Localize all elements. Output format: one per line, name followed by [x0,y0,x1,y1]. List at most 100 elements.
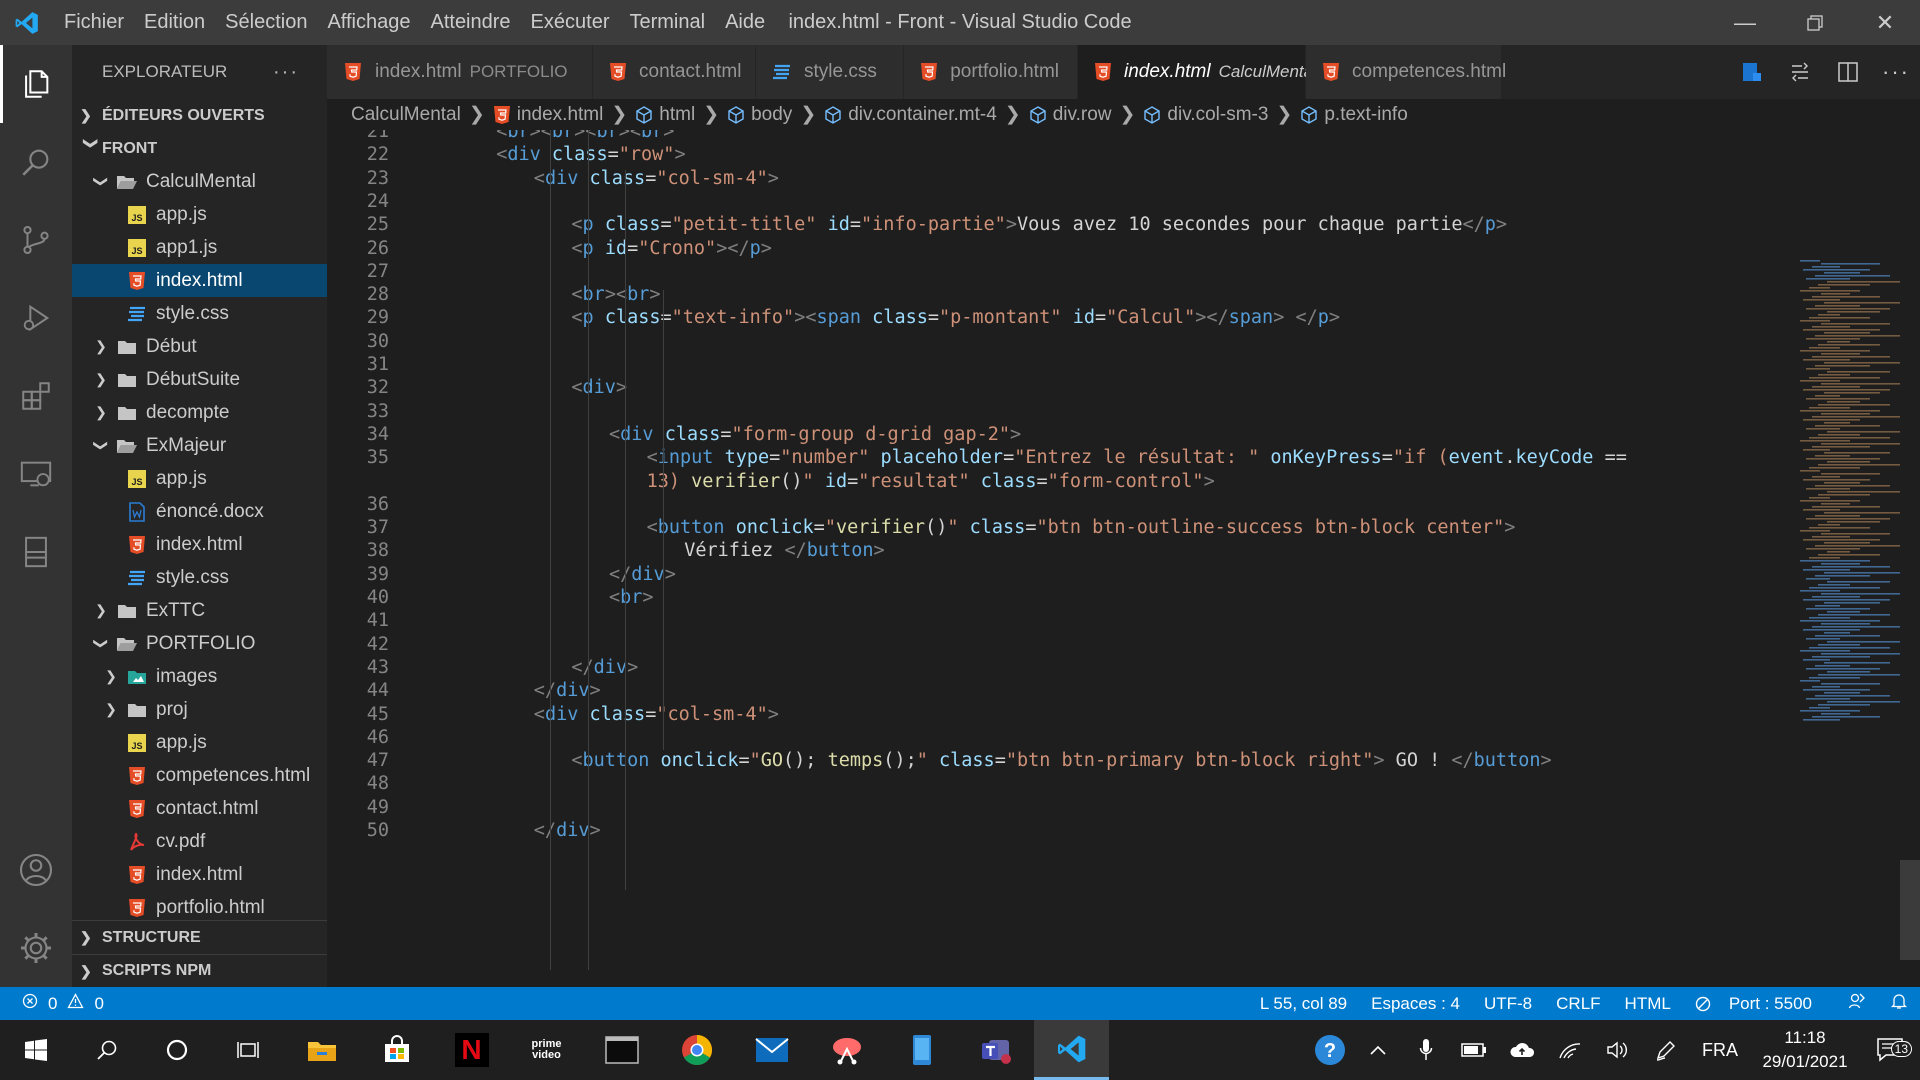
breadcrumb-item[interactable]: index.html [493,104,603,126]
tree-item[interactable]: style.css [72,297,327,330]
split-editor-icon[interactable] [1824,60,1872,84]
breadcrumb-item[interactable]: CalculMental [351,104,461,126]
tree-item[interactable]: ❯ decompte [72,396,327,429]
tree-item[interactable]: ❯ CalculMental [72,165,327,198]
more-actions-icon[interactable]: ··· [273,61,299,84]
remote-explorer-icon[interactable] [0,435,72,513]
tree-item[interactable]: JS app1.js [72,231,327,264]
breadcrumb-item[interactable]: body [727,104,792,126]
tree-item[interactable]: ❯ Début [72,330,327,363]
tree-item[interactable]: JS app.js [72,726,327,759]
language-mode[interactable]: HTML [1613,994,1683,1014]
tree-item[interactable]: ❯ ExMajeur [72,429,327,462]
minimize-button[interactable]: — [1710,0,1780,45]
tree-item[interactable]: ❯ PORTFOLIO [72,627,327,660]
tree-item[interactable]: index.html [72,858,327,891]
structure-section[interactable]: ❯ STRUCTURE [72,921,327,954]
open-preview-icon[interactable] [1728,60,1776,84]
tab-index-html[interactable]: index.html PORTFOLIO [327,45,593,99]
search-icon[interactable] [0,123,72,201]
tree-item[interactable]: contact.html [72,792,327,825]
minimap[interactable] [1790,260,1910,987]
menu-aide[interactable]: Aide [715,11,775,34]
tree-item[interactable]: ❯ images [72,660,327,693]
tree-item[interactable]: competences.html [72,759,327,792]
action-center-icon[interactable]: 13 [1860,1037,1920,1063]
tree-item[interactable]: ❯ ExTTC [72,594,327,627]
menu-fichier[interactable]: Fichier [54,11,134,34]
tree-item[interactable]: ❯ proj [72,693,327,726]
open-editors-section[interactable]: ❯ ÉDITEURS OUVERTS [72,99,327,132]
feedback-icon[interactable] [1836,992,1878,1015]
menu-atteindre[interactable]: Atteindre [420,11,520,34]
tab-style-css[interactable]: style.css [756,45,904,99]
battery-icon[interactable] [1450,1042,1498,1058]
tree-item[interactable]: index.html [72,528,327,561]
breadcrumb-item[interactable]: div.row [1029,104,1112,126]
menu-affichage[interactable]: Affichage [317,11,420,34]
snip-sketch-icon[interactable] [809,1020,884,1080]
cursor-position[interactable]: L 55, col 89 [1248,994,1359,1014]
pen-icon[interactable] [1642,1039,1690,1061]
indentation[interactable]: Espaces : 4 [1359,994,1472,1014]
tree-item[interactable]: JS app.js [72,462,327,495]
notebook-icon[interactable] [0,513,72,591]
tree-item[interactable]: énoncé.docx [72,495,327,528]
wifi-icon[interactable] [1546,1040,1594,1060]
menu-edition[interactable]: Edition [134,11,215,34]
microsoft-store-icon[interactable] [359,1020,434,1080]
problems-indicator[interactable]: 0 0 [0,993,104,1014]
tab-competences-html[interactable]: competences.html [1306,45,1506,99]
chrome-icon[interactable] [659,1020,734,1080]
source-control-icon[interactable] [0,201,72,279]
tab-index-html[interactable]: index.htmlCalculMental✕ [1078,45,1347,99]
run-debug-icon[interactable] [0,279,72,357]
more-actions-icon[interactable]: ··· [1872,59,1920,85]
tree-item[interactable]: ❯ DébutSuite [72,363,327,396]
tree-item[interactable]: index.html [72,264,327,297]
chevron-up-icon[interactable] [1354,1044,1402,1056]
breadcrumb-item[interactable]: div.col-sm-3 [1143,104,1268,126]
clock[interactable]: 11:18 29/01/2021 [1750,1026,1860,1074]
encoding[interactable]: UTF-8 [1472,994,1544,1014]
file-explorer-icon[interactable] [284,1020,359,1080]
netflix-icon[interactable]: N [434,1020,509,1080]
tab-portfolio-html[interactable]: portfolio.html [904,45,1078,99]
settings-gear-icon[interactable] [0,909,72,987]
extensions-icon[interactable] [0,357,72,435]
npm-scripts-section[interactable]: ❯ SCRIPTS NPM [72,954,327,987]
terminal-icon[interactable] [584,1020,659,1080]
input-language[interactable]: FRA [1690,1040,1750,1061]
mail-icon[interactable] [734,1020,809,1080]
accounts-icon[interactable] [0,831,72,909]
tab-contact-html[interactable]: contact.html [593,45,756,99]
teams-icon[interactable] [959,1020,1034,1080]
code-editor[interactable]: 21 <br><br><br><br> 22 <div class="row"> 23 <… [327,130,1920,987]
breadcrumb-item[interactable]: p.text-info [1300,104,1408,126]
tree-item[interactable]: JS app.js [72,198,327,231]
task-view-icon[interactable] [212,1020,284,1080]
menu-exécuter[interactable]: Exécuter [521,11,620,34]
close-window-button[interactable]: ✕ [1850,0,1920,45]
vertical-scrollbar[interactable] [1900,860,1920,960]
notifications-bell-icon[interactable] [1878,992,1920,1015]
volume-icon[interactable] [1594,1040,1642,1060]
compare-changes-icon[interactable] [1776,60,1824,84]
windows-start-icon[interactable] [0,1020,72,1080]
search-icon[interactable] [72,1020,142,1080]
tree-item[interactable]: style.css [72,561,327,594]
cortana-icon[interactable] [142,1020,212,1080]
breadcrumb-item[interactable]: html [635,104,695,126]
microphone-icon[interactable] [1402,1038,1450,1062]
menu-terminal[interactable]: Terminal [619,11,715,34]
onedrive-icon[interactable] [1498,1041,1546,1059]
prime-video-icon[interactable]: prime video [509,1020,584,1080]
tree-item[interactable]: cv.pdf [72,825,327,858]
menu-sélection[interactable]: Sélection [215,11,317,34]
workspace-section[interactable]: ❯ FRONT [72,132,327,165]
restore-button[interactable] [1780,0,1850,45]
live-server-port[interactable]: Port : 5500 [1683,994,1836,1014]
phone-app-icon[interactable] [884,1020,959,1080]
breadcrumb-item[interactable]: div.container.mt-4 [824,104,997,126]
vscode-taskbar-icon[interactable] [1034,1020,1109,1080]
